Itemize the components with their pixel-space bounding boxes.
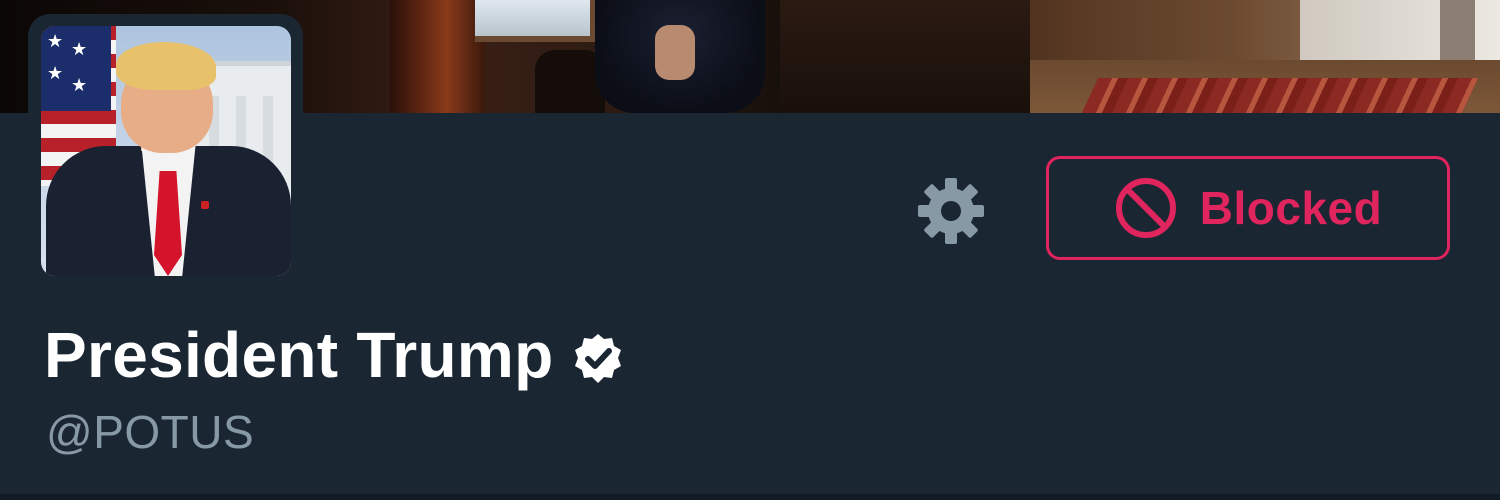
name-row: President Trump — [44, 318, 626, 392]
blocked-button-label: Blocked — [1199, 182, 1383, 234]
display-name: President Trump — [44, 319, 554, 391]
banner-desk — [780, 0, 1030, 113]
blocked-button[interactable]: Blocked — [1046, 156, 1450, 260]
banner-rug — [1081, 78, 1479, 113]
username-handle: @POTUS — [46, 406, 255, 458]
avatar[interactable]: ★ ★ ★ ★ — [41, 26, 291, 276]
no-entry-icon — [1114, 176, 1178, 240]
star-icon: ★ — [47, 63, 64, 83]
divider — [0, 494, 1500, 500]
gear-icon[interactable] — [918, 178, 984, 244]
banner-door — [1440, 0, 1475, 60]
star-icon: ★ — [71, 75, 88, 95]
star-icon: ★ — [71, 39, 88, 59]
star-icon: ★ — [47, 31, 64, 51]
banner-window — [475, 0, 596, 42]
banner-curtain — [390, 0, 485, 113]
avatar-hair — [116, 42, 216, 90]
verified-badge-icon — [570, 331, 626, 387]
profile-header: ★ ★ ★ ★ Blocked President Trump @POTUS — [0, 0, 1500, 500]
banner-hand — [655, 25, 695, 80]
avatar-lapel-pin — [201, 201, 209, 209]
